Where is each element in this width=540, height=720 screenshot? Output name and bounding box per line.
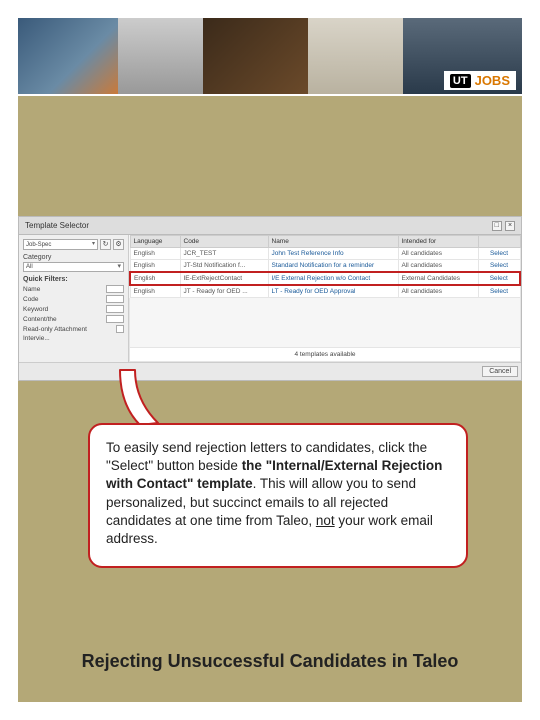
banner-photo-3 (203, 18, 308, 94)
context-picker[interactable]: Job-Spec (23, 239, 98, 250)
table-row: English JT-Std Notification f... Standar… (130, 260, 520, 273)
slide-title: Rejecting Unsuccessful Candidates in Tal… (18, 651, 522, 672)
select-button[interactable]: Select (478, 260, 520, 273)
filter-label-content: Content/the (23, 316, 57, 323)
select-button[interactable]: Select (478, 285, 520, 298)
table-empty-space (129, 298, 521, 348)
filter-label-readonly: Read-only Attachment (23, 326, 87, 333)
quick-filters-heading: Quick Filters: (23, 276, 124, 283)
banner-photo-2 (118, 18, 203, 94)
template-count-status: 4 templates available (129, 348, 521, 362)
filter-label-keyword: Keyword (23, 306, 48, 313)
close-icon[interactable]: × (505, 221, 515, 231)
modal-title-text: Template Selector (25, 221, 89, 230)
col-intended[interactable]: Intended for (398, 236, 478, 248)
filter-readonly-checkbox[interactable] (116, 325, 124, 333)
callout-text-underline: not (316, 513, 335, 528)
header-banner: UT JOBS (18, 18, 522, 96)
table-row: English JCR_TEST John Test Reference Inf… (130, 248, 520, 260)
template-table-pane: Language Code Name Intended for English … (129, 235, 521, 362)
select-button[interactable]: Select (478, 272, 520, 285)
filter-keyword-input[interactable] (106, 305, 124, 313)
logo-text: JOBS (475, 73, 510, 88)
filter-label-interview: Intervie... (23, 335, 50, 342)
template-table: Language Code Name Intended for English … (129, 235, 521, 298)
cancel-button[interactable]: Cancel (482, 366, 518, 377)
settings-icon[interactable]: ⚙ (113, 239, 124, 250)
filter-sidebar: Job-Spec ↻ ⚙ Category All Quick Filters:… (19, 235, 129, 362)
modal-titlebar: Template Selector □ × (19, 217, 521, 235)
filter-code-input[interactable] (106, 295, 124, 303)
logo-prefix: UT (450, 74, 471, 88)
filter-content-input[interactable] (106, 315, 124, 323)
col-name[interactable]: Name (268, 236, 398, 248)
maximize-icon[interactable]: □ (492, 221, 502, 231)
select-button[interactable]: Select (478, 248, 520, 260)
banner-photo-1 (18, 18, 118, 94)
filter-label-code: Code (23, 296, 39, 303)
refresh-icon[interactable]: ↻ (100, 239, 111, 250)
instruction-callout: To easily send rejection letters to cand… (88, 423, 468, 568)
table-row-highlighted: English IE-ExtRejectContact I/E External… (130, 272, 520, 285)
ut-jobs-logo: UT JOBS (444, 71, 516, 90)
col-language[interactable]: Language (130, 236, 180, 248)
col-code[interactable]: Code (180, 236, 268, 248)
filter-name-input[interactable] (106, 285, 124, 293)
template-selector-modal: Template Selector □ × Job-Spec ↻ ⚙ Categ… (18, 216, 522, 381)
banner-photo-4 (308, 18, 403, 94)
category-select[interactable]: All (23, 262, 124, 272)
category-label: Category (23, 254, 124, 261)
filter-label-name: Name (23, 286, 40, 293)
col-action (478, 236, 520, 248)
table-row: English JT - Ready for OED ... LT - Read… (130, 285, 520, 298)
